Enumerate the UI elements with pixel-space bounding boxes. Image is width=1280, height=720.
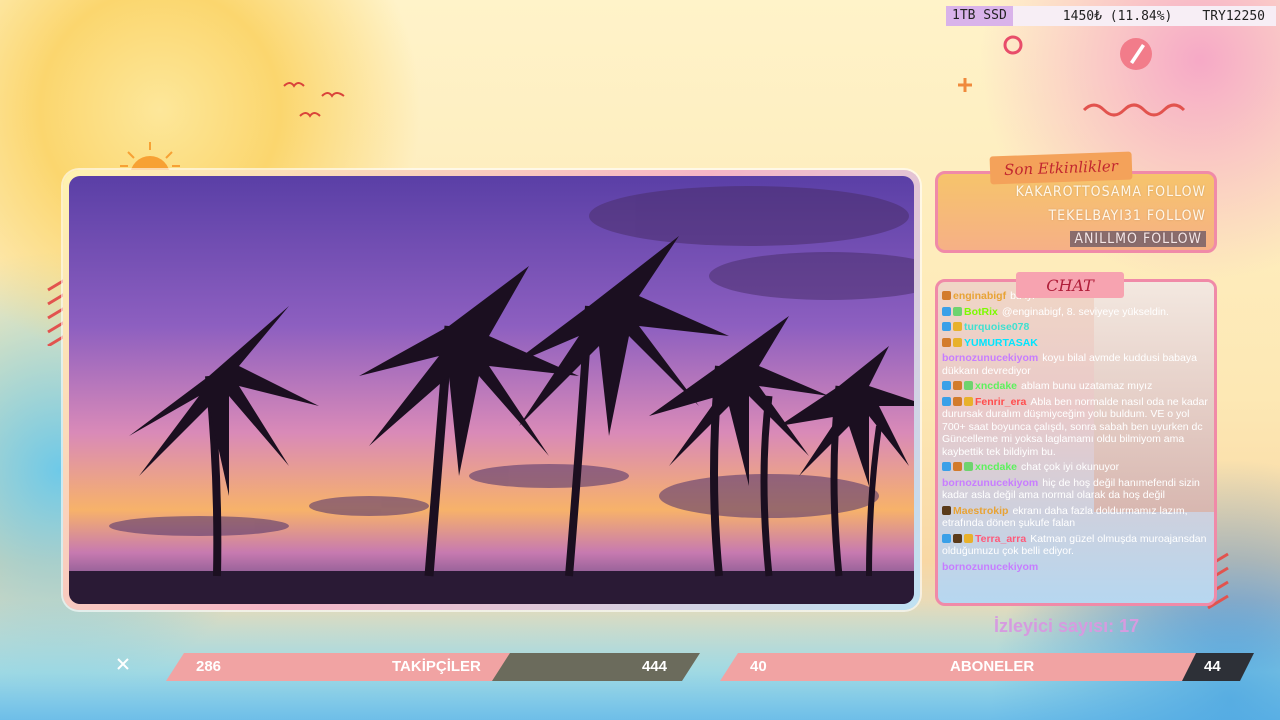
badge-icon	[953, 381, 962, 390]
recent-events-panel: KAKAROTTOSAMA FOLLOW TEKELBAYI31 FOLLOW …	[935, 171, 1217, 253]
badge-icon	[942, 462, 951, 471]
badge-icon	[942, 533, 951, 543]
badge-icon	[942, 291, 951, 300]
viewer-count: İzleyici sayısı: 17	[994, 616, 1140, 636]
scene-view	[69, 176, 914, 604]
badge-icon	[953, 322, 962, 331]
badge-icon	[953, 462, 962, 471]
chat-username: bornozunucekiyom	[942, 352, 1039, 364]
subscribers-current: 40	[750, 658, 767, 675]
chat-text: ablam bunu uzatamaz mıyız	[1021, 380, 1153, 392]
badge-icon	[953, 533, 962, 543]
subscribers-label: ABONELER	[950, 658, 1035, 675]
badge-icon	[942, 337, 951, 347]
chat-messages: enginabigfbu iyi BotRix@enginabigf, 8. s…	[942, 290, 1212, 576]
chat-message: BotRix @enginabigf, 8. seviyeye yükseldin…	[942, 306, 1212, 319]
chat-message: bornozunucekiyom hiç de hoş değil hanımef…	[942, 477, 1212, 502]
badge-icon	[964, 396, 973, 406]
storage-label: 1TB SSD	[946, 6, 1013, 26]
followers-goal-bar: 286 TAKİPÇİLER 444	[166, 653, 700, 681]
badge-icon	[964, 533, 973, 543]
circle-decoration	[1003, 35, 1023, 55]
chat-username: enginabigf	[953, 290, 1007, 302]
followers-progress-track	[492, 653, 700, 681]
chat-username: xncdake	[975, 380, 1018, 392]
badge-icon	[964, 462, 973, 471]
chat-username: Terra_arra	[975, 532, 1027, 545]
subscribers-goal: 44	[1204, 658, 1221, 675]
squiggle-decoration	[1082, 103, 1186, 117]
chat-username: bornozunucekiyom	[942, 560, 1039, 573]
scene-frame	[63, 170, 920, 610]
badge-icon	[942, 322, 951, 331]
brush-logo-icon	[1120, 38, 1152, 70]
badge-icon	[942, 381, 951, 390]
badge-icon	[942, 505, 951, 515]
sunset-palms-image	[69, 176, 914, 604]
chat-message: turquoise078	[942, 321, 1212, 334]
event-item: KAKAROTTOSAMA FOLLOW	[1015, 184, 1206, 200]
chat-title: CHAT	[1016, 272, 1124, 298]
subscribers-goal-bar: 40 ABONELER 44	[720, 653, 1254, 681]
goal-label: TRY12250	[1202, 8, 1265, 24]
chat-message: Maestrokip ekranı daha fazla doldurmamız …	[942, 505, 1212, 530]
chat-username: bornozunucekiyom	[942, 476, 1039, 489]
badge-icon	[942, 396, 951, 406]
chat-username: Maestrokip	[953, 504, 1009, 517]
chat-message: xncdake ablam bunu uzatamaz mıyız	[942, 380, 1212, 393]
chat-text: chat çok iyi okunuyor	[1021, 461, 1120, 473]
price-label: 1450₺ (11.84%)	[1062, 8, 1173, 24]
close-icon	[117, 658, 129, 670]
badge-icon	[964, 381, 973, 390]
badge-icon	[953, 337, 962, 347]
chat-username: turquoise078	[964, 321, 1030, 333]
badge-icon	[953, 306, 962, 316]
chat-message: YUMURTASAK	[942, 337, 1212, 350]
chat-message: bornozunucekiyom	[942, 561, 1212, 574]
chat-username: YUMURTASAK	[964, 336, 1038, 349]
chat-username: xncdake	[975, 461, 1018, 473]
chat-message: bornozunucekiyom koyu bilal avmde kuddusi…	[942, 352, 1212, 377]
chat-message: Fenrir_era Abla ben normalde nasıl oda ne…	[942, 396, 1212, 459]
followers-label: TAKİPÇİLER	[392, 658, 481, 675]
chat-username: BotRix	[964, 305, 998, 318]
followers-current: 286	[196, 658, 222, 675]
badge-icon	[953, 396, 962, 406]
event-item: ANILLMO FOLLOW	[1070, 231, 1206, 247]
bird-icon	[283, 82, 345, 118]
plus-decoration	[958, 78, 972, 92]
followers-goal: 444	[642, 658, 668, 675]
chat-message: xncdake chat çok iyi okunuyor	[942, 461, 1212, 474]
recent-events-title: Son Etkinlikler	[989, 151, 1133, 185]
chat-text: @enginabigf, 8. seviyeye yükseldin.	[1001, 305, 1169, 318]
event-item: TEKELBAYI31 FOLLOW	[1048, 208, 1206, 224]
chat-panel: enginabigfbu iyi BotRix@enginabigf, 8. s…	[935, 279, 1217, 606]
chat-username: Fenrir_era	[975, 395, 1027, 408]
status-bar: 1TB SSD 1450₺ (11.84%) TRY12250	[946, 6, 1276, 26]
chat-message: Terra_arra Katman güzel olmuşda muroajans…	[942, 533, 1212, 558]
badge-icon	[942, 306, 951, 316]
